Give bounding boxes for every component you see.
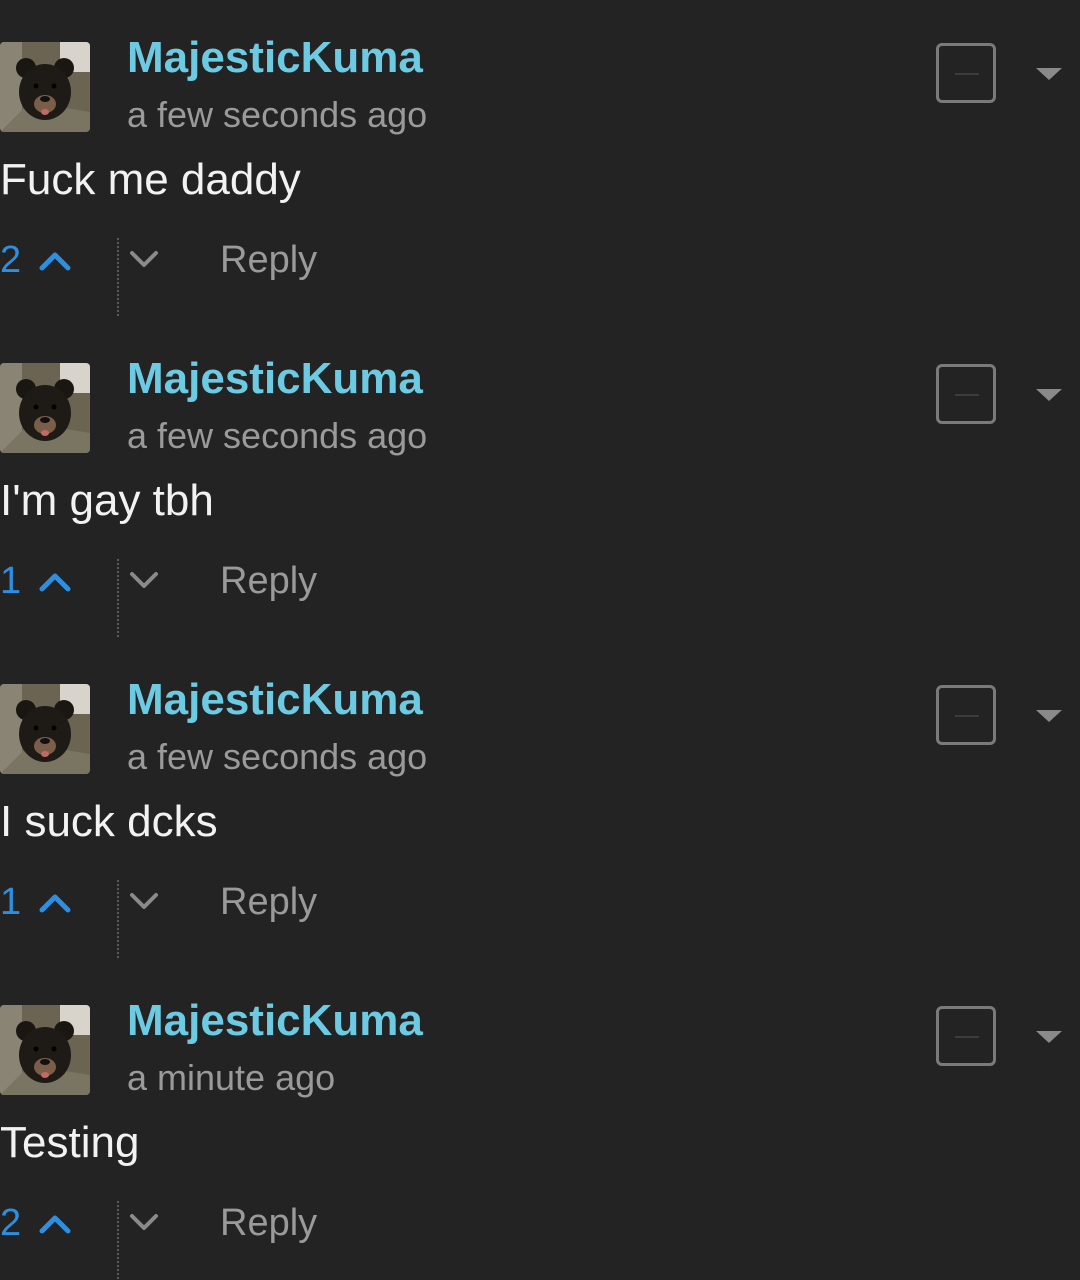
timestamp: a few seconds ago xyxy=(127,94,428,135)
dropdown-arrow-icon[interactable] xyxy=(1036,389,1062,401)
username[interactable]: MajesticKuma xyxy=(127,995,423,1047)
comment-body: I'm gay tbh xyxy=(0,476,214,525)
chevron-down-icon[interactable] xyxy=(128,569,160,591)
comment: MajesticKuma a minute ago Testing 2 Repl… xyxy=(0,963,1080,1280)
dropdown-arrow-icon[interactable] xyxy=(1036,710,1062,722)
vote-divider xyxy=(117,1201,119,1279)
vote-divider xyxy=(117,238,119,316)
chevron-down-icon[interactable] xyxy=(128,248,160,270)
timestamp: a few seconds ago xyxy=(127,736,428,777)
chevron-up-icon[interactable] xyxy=(38,569,72,593)
reply-button[interactable]: Reply xyxy=(220,557,317,605)
chevron-down-icon[interactable] xyxy=(128,1211,160,1233)
avatar[interactable] xyxy=(0,363,90,453)
vote-count: 1 xyxy=(0,881,22,923)
reply-button[interactable]: Reply xyxy=(220,878,317,926)
comment: MajesticKuma a few seconds ago I suck dc… xyxy=(0,642,1080,963)
chevron-up-icon[interactable] xyxy=(38,1211,72,1235)
username[interactable]: MajesticKuma xyxy=(127,353,423,405)
comment-body: Testing xyxy=(0,1118,140,1167)
comment-thread: MajesticKuma a few seconds ago Fuck me d… xyxy=(0,0,1080,1280)
vote-count: 1 xyxy=(0,560,22,602)
comment: MajesticKuma a few seconds ago I'm gay t… xyxy=(0,321,1080,642)
collapse-box-icon[interactable] xyxy=(936,364,996,424)
chevron-up-icon[interactable] xyxy=(38,248,72,272)
username[interactable]: MajesticKuma xyxy=(127,32,423,84)
collapse-box-icon[interactable] xyxy=(936,1006,996,1066)
avatar[interactable] xyxy=(0,684,90,774)
username[interactable]: MajesticKuma xyxy=(127,674,423,726)
vote-count: 2 xyxy=(0,239,22,281)
vote-divider xyxy=(117,559,119,637)
reply-button[interactable]: Reply xyxy=(220,236,317,284)
dropdown-arrow-icon[interactable] xyxy=(1036,68,1062,80)
chevron-up-icon[interactable] xyxy=(38,890,72,914)
collapse-box-icon[interactable] xyxy=(936,43,996,103)
dropdown-arrow-icon[interactable] xyxy=(1036,1031,1062,1043)
avatar[interactable] xyxy=(0,1005,90,1095)
bear-avatar-icon xyxy=(0,684,90,774)
bear-avatar-icon xyxy=(0,1005,90,1095)
chevron-down-icon[interactable] xyxy=(128,890,160,912)
vote-count: 2 xyxy=(0,1202,22,1244)
reply-button[interactable]: Reply xyxy=(220,1199,317,1247)
vote-divider xyxy=(117,880,119,958)
comment-body: I suck dcks xyxy=(0,797,218,846)
bear-avatar-icon xyxy=(0,363,90,453)
timestamp: a minute ago xyxy=(127,1057,336,1098)
collapse-box-icon[interactable] xyxy=(936,685,996,745)
bear-avatar-icon xyxy=(0,42,90,132)
timestamp: a few seconds ago xyxy=(127,415,428,456)
avatar[interactable] xyxy=(0,42,90,132)
comment-body: Fuck me daddy xyxy=(0,155,301,204)
comment: MajesticKuma a few seconds ago Fuck me d… xyxy=(0,0,1080,321)
